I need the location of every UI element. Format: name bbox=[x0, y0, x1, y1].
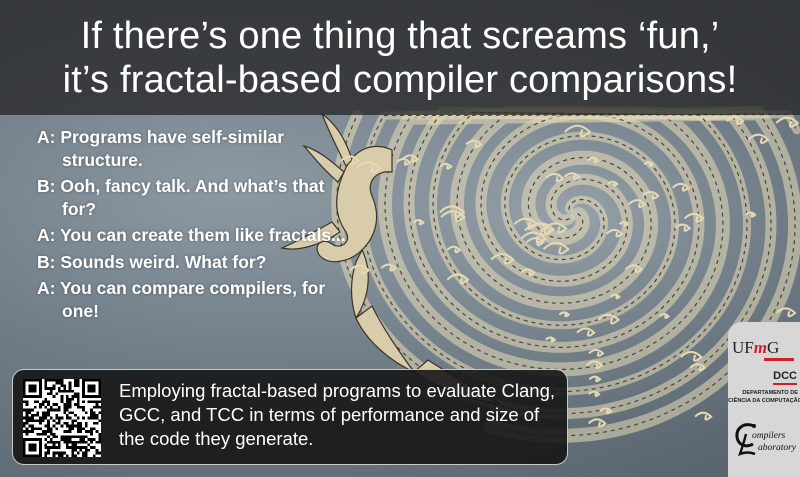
dialogue-line: B: Ooh, fancy talk. And what’s that for? bbox=[37, 176, 325, 219]
compilers-lab-line-2: aboratory bbox=[758, 443, 796, 453]
info-text: Employing fractal-based programs to eval… bbox=[119, 380, 556, 449]
ufmg-logo-m: m bbox=[753, 338, 767, 357]
title-banner: If there’s one thing that screams ‘fun,’… bbox=[0, 0, 800, 115]
info-box: Employing fractal-based programs to eval… bbox=[12, 369, 568, 465]
title-line-2: it’s fractal-based compiler comparisons! bbox=[62, 58, 738, 101]
qr-code[interactable] bbox=[23, 379, 101, 457]
dialogue-line: A: You can compare compilers, for one! bbox=[37, 278, 326, 321]
ufmg-logo: UFmG bbox=[732, 338, 800, 358]
department-name: DEPARTAMENTO DE CIÊNCIA DA COMPUTAÇÃO bbox=[728, 389, 800, 405]
logo-panel: UFmG DCC DEPARTAMENTO DE CIÊNCIA DA COMP… bbox=[728, 322, 800, 477]
department-line-2: CIÊNCIA DA COMPUTAÇÃO bbox=[728, 398, 800, 404]
dialogue-list: A: Programs have self-similar structure.… bbox=[0, 126, 360, 326]
dialogue-line: B: Sounds weird. What for? bbox=[37, 251, 267, 272]
department-line-1: DEPARTAMENTO DE bbox=[742, 390, 798, 396]
dialogue-line: A: You can create them like fractals... bbox=[37, 225, 346, 245]
dcc-logo: DCC bbox=[773, 370, 797, 385]
ufmg-accent-bar bbox=[764, 358, 794, 361]
ufmg-logo-g: G bbox=[766, 338, 780, 357]
ufmg-logo-uf: UF bbox=[732, 338, 754, 357]
dialogue-line: A: Programs have self-similar structure. bbox=[37, 127, 285, 170]
compilers-lab-name: ompilers aboratory bbox=[752, 430, 796, 454]
title-line-1: If there’s one thing that screams ‘fun,’ bbox=[80, 14, 720, 57]
compilers-lab-line-1: ompilers bbox=[752, 431, 786, 441]
